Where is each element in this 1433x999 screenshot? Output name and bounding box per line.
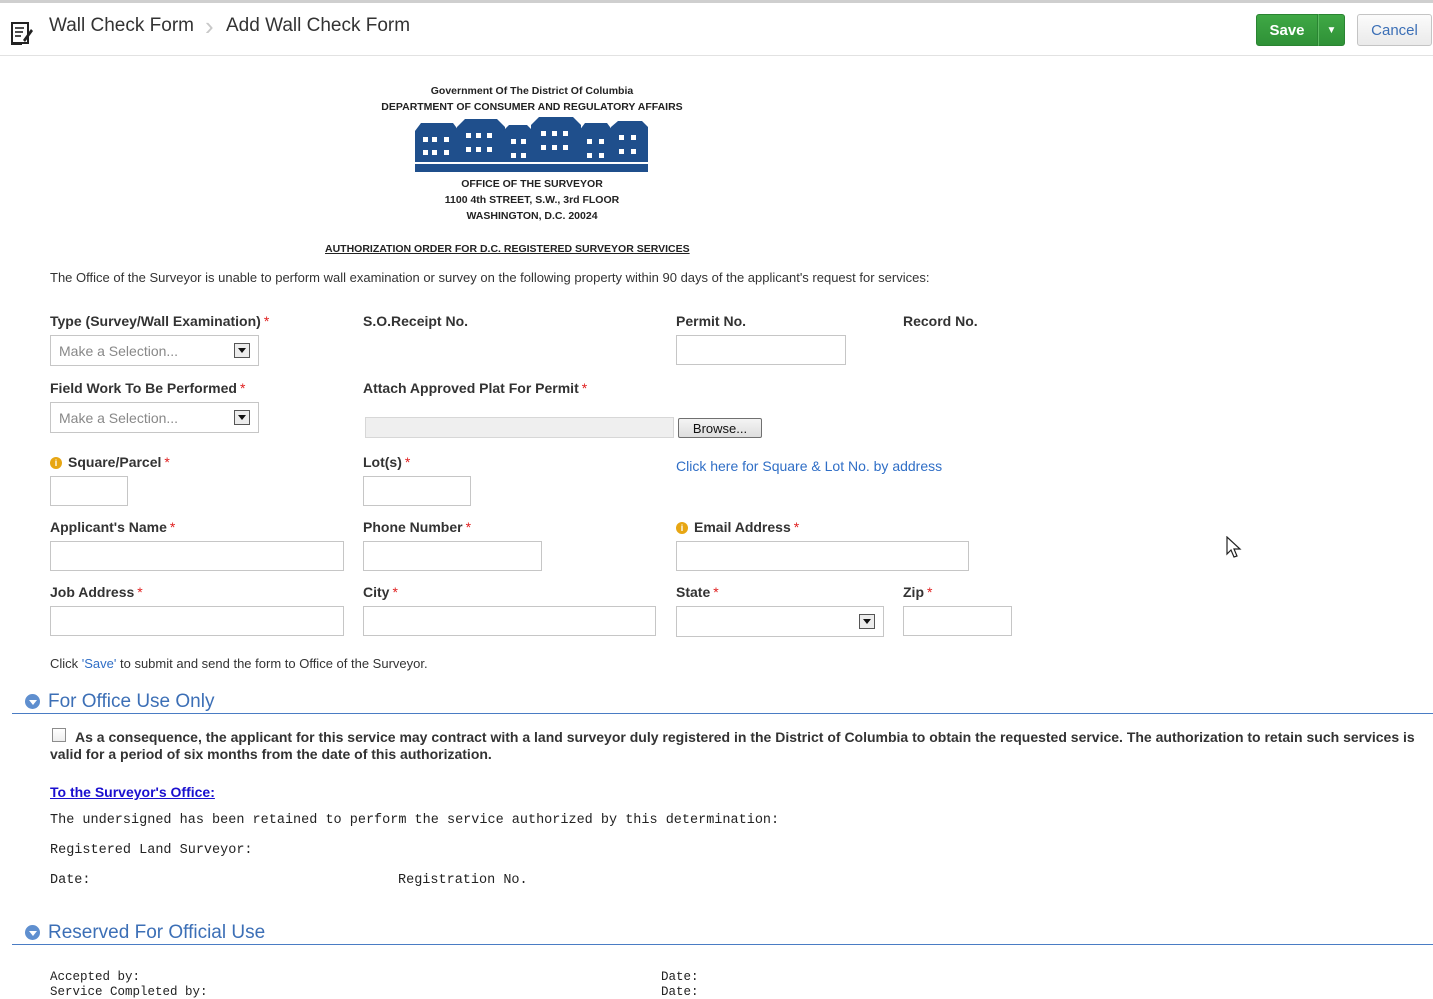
letterhead-line1: Government Of The District Of Columbia [430, 85, 634, 97]
header-divider [0, 55, 1433, 56]
order-title: AUTHORIZATION ORDER FOR D.C. REGISTERED … [325, 243, 690, 255]
dropdown-arrow-icon [234, 410, 250, 425]
browse-button[interactable]: Browse... [678, 418, 762, 438]
save-button-group: Save ▼ [1256, 14, 1345, 46]
applicant-name-label: Applicant's Name * [50, 519, 176, 535]
letterhead-line3: OFFICE OF THE SURVEYOR [461, 178, 603, 190]
save-instruction: Click 'Save' to submit and send the form… [50, 656, 428, 671]
office-use-title[interactable]: For Office Use Only [48, 691, 214, 713]
save-button[interactable]: Save [1256, 14, 1318, 46]
state-label: State * [676, 584, 719, 600]
letterhead-line5: WASHINGTON, D.C. 20024 [466, 210, 598, 222]
fieldwork-label: Field Work To Be Performed * [50, 380, 246, 396]
zip-input[interactable] [903, 606, 1012, 636]
fieldwork-select[interactable]: Make a Selection... [50, 402, 259, 433]
intro-text: The Office of the Surveyor is unable to … [50, 270, 930, 285]
type-label: Type (Survey/Wall Examination) * [50, 313, 270, 329]
lots-label: Lot(s) * [363, 454, 411, 470]
authorization-text: As a consequence, the applicant for this… [50, 729, 1415, 762]
registration-no-text: Registration No. [398, 873, 528, 888]
phone-label: Phone Number * [363, 519, 472, 535]
state-select[interactable] [676, 606, 884, 637]
permit-label: Permit No. [676, 313, 747, 329]
dcra-building-logo [415, 117, 648, 177]
completed-date-text: Date: [661, 985, 699, 999]
plat-label: Attach Approved Plat For Permit * [363, 380, 588, 396]
permit-input[interactable] [676, 335, 846, 365]
letterhead-line4: 1100 4th STREET, S.W., 3rd FLOOR [444, 194, 620, 206]
record-label: Record No. [903, 313, 978, 329]
top-border [0, 0, 1433, 3]
city-label: City * [363, 584, 398, 600]
zip-label: Zip * [903, 584, 933, 600]
surveyor-office-link[interactable]: To the Surveyor's Office: [50, 784, 215, 800]
square-lot-lookup-link[interactable]: Click here for Square & Lot No. by addre… [676, 458, 942, 474]
info-icon[interactable]: i [676, 522, 688, 534]
job-address-input[interactable] [50, 606, 344, 636]
date-text: Date: [50, 873, 91, 888]
square-label: i Square/Parcel * [50, 454, 170, 470]
city-input[interactable] [363, 606, 656, 636]
letterhead-line2: DEPARTMENT OF CONSUMER AND REGULATORY AF… [381, 101, 683, 113]
phone-input[interactable] [363, 541, 542, 571]
collapse-office-use-icon[interactable] [25, 694, 40, 709]
job-address-label: Job Address * [50, 584, 143, 600]
fieldwork-select-value: Make a Selection... [59, 409, 179, 426]
office-use-divider [12, 713, 1433, 714]
accepted-date-text: Date: [661, 970, 699, 984]
reserved-title[interactable]: Reserved For Official Use [48, 922, 265, 944]
type-select-value: Make a Selection... [59, 342, 179, 359]
collapse-reserved-icon[interactable] [25, 925, 40, 940]
cancel-button[interactable]: Cancel [1357, 14, 1432, 46]
save-options-caret-icon[interactable]: ▼ [1318, 14, 1345, 46]
dropdown-arrow-icon [234, 343, 250, 358]
reserved-divider [12, 944, 1433, 945]
email-input[interactable] [676, 541, 969, 571]
mouse-cursor-icon [1226, 535, 1242, 565]
registered-surveyor-text: Registered Land Surveyor: [50, 843, 253, 858]
retained-text: The undersigned has been retained to per… [50, 813, 780, 828]
accepted-by-text: Accepted by: [50, 970, 141, 984]
info-icon[interactable]: i [50, 457, 62, 469]
dropdown-arrow-icon [859, 614, 875, 629]
type-select[interactable]: Make a Selection... [50, 335, 259, 366]
breadcrumb-chevron-icon: › [205, 11, 214, 41]
receipt-label: S.O.Receipt No. [363, 313, 469, 329]
page-title: Add Wall Check Form [226, 15, 411, 36]
form-icon [11, 20, 33, 51]
plat-file-path[interactable] [365, 417, 674, 438]
square-input[interactable] [50, 476, 128, 506]
lots-input[interactable] [363, 476, 471, 506]
breadcrumb-root[interactable]: Wall Check Form [49, 15, 194, 37]
applicant-name-input[interactable] [50, 541, 344, 571]
email-label: i Email Address * [676, 519, 799, 535]
service-completed-text: Service Completed by: [50, 985, 208, 999]
